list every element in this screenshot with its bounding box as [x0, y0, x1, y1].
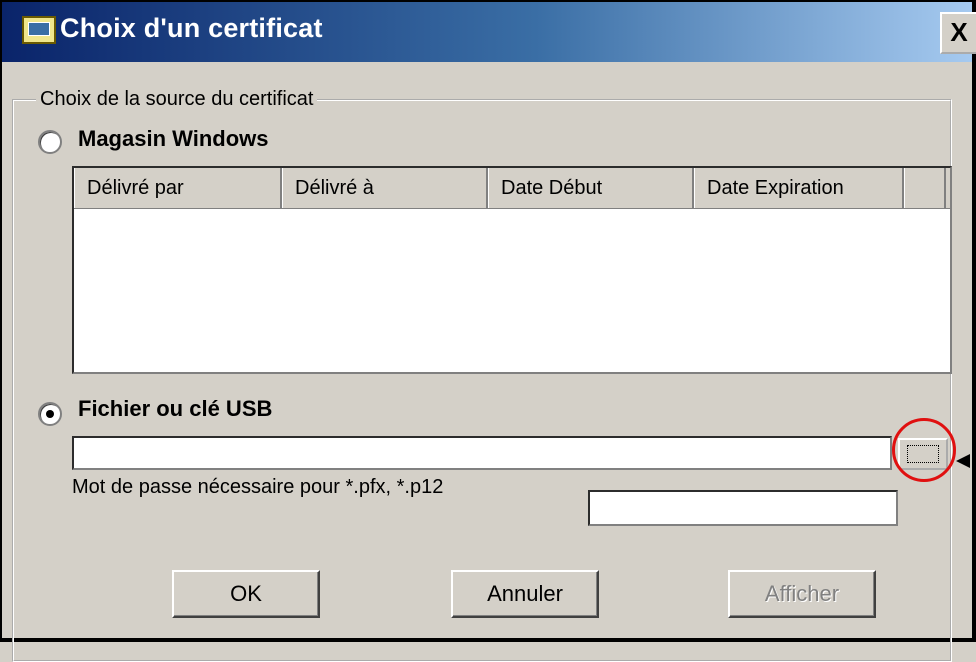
cancel-button[interactable]: Annuler	[451, 570, 599, 618]
certificate-list-header: Délivré par Délivré à Date Début Date Ex…	[74, 168, 950, 209]
column-header-issued-to[interactable]: Délivré à	[282, 168, 488, 208]
file-usb-label[interactable]: Fichier ou clé USB	[78, 396, 272, 422]
column-header-start-date[interactable]: Date Début	[488, 168, 694, 208]
highlight-circle-annotation	[892, 418, 956, 482]
show-button[interactable]: Afficher	[728, 570, 876, 618]
ok-button[interactable]: OK	[172, 570, 320, 618]
certificate-list[interactable]: Délivré par Délivré à Date Début Date Ex…	[72, 166, 952, 374]
pointer-arrow-annotation	[956, 454, 970, 468]
close-button[interactable]: X	[940, 12, 976, 54]
window-title: Choix d'un certificat	[60, 13, 323, 43]
column-header-expiration-date[interactable]: Date Expiration	[694, 168, 904, 208]
source-group-legend: Choix de la source du certificat	[40, 88, 314, 110]
file-usb-radio[interactable]	[38, 402, 62, 426]
file-path-input[interactable]	[72, 436, 892, 470]
column-header-issued-by[interactable]: Délivré par	[74, 168, 282, 208]
password-label: Mot de passe nécessaire pour *.pfx, *.p1…	[72, 476, 444, 498]
certificate-app-icon	[22, 16, 56, 44]
windows-store-radio[interactable]	[38, 130, 62, 154]
password-input[interactable]	[588, 490, 898, 526]
title-bar[interactable]: Choix d'un certificat X	[2, 2, 976, 62]
column-header-filler	[904, 168, 946, 208]
certificate-dialog: Choix d'un certificat X Choix de la sour…	[0, 0, 976, 662]
windows-store-label[interactable]: Magasin Windows	[78, 126, 268, 152]
